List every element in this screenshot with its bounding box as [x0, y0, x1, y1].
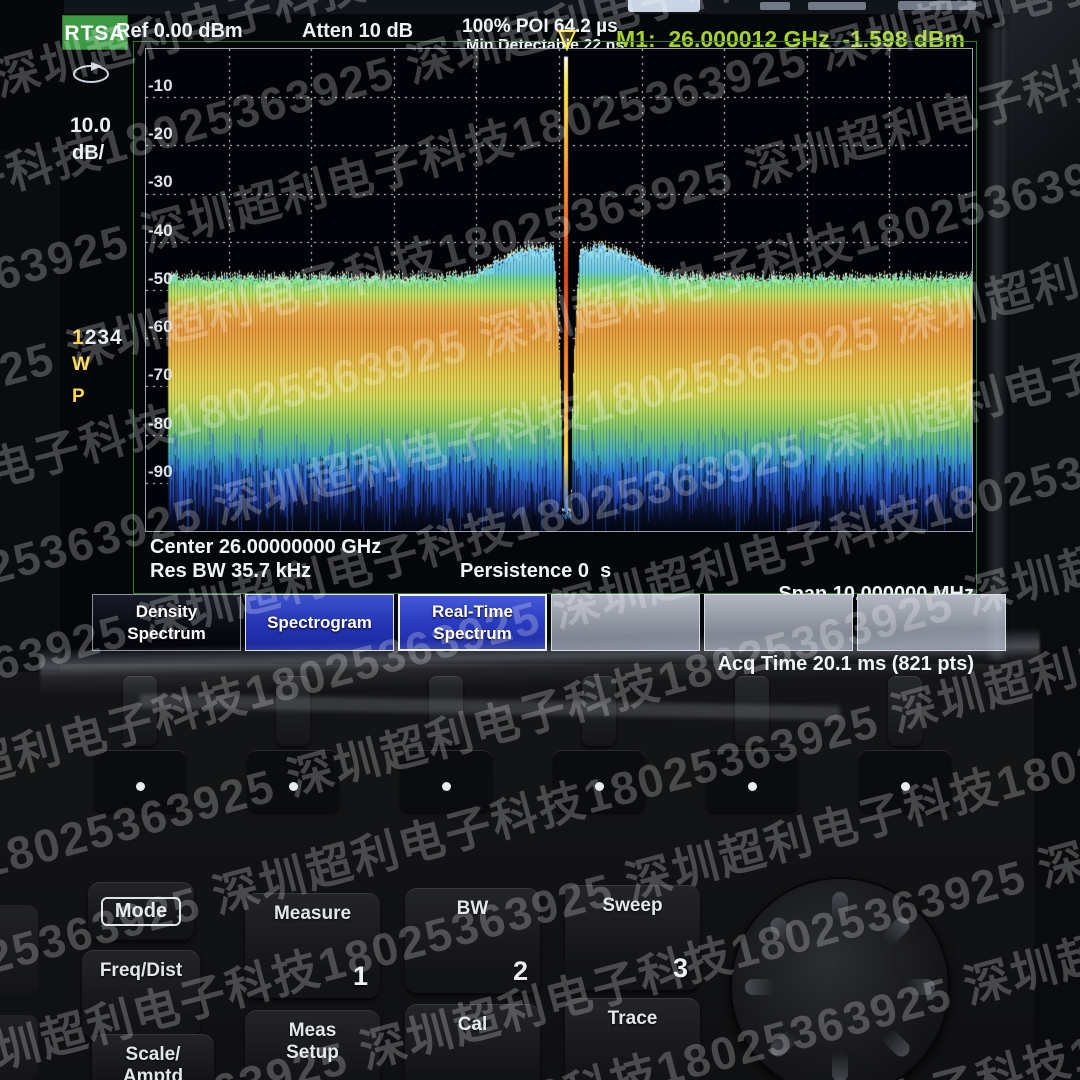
softkey-density-spectrum[interactable]: Density Spectrum — [92, 594, 241, 651]
hw-softkey-2[interactable] — [276, 676, 310, 746]
center-frequency: Center 26.00000000 GHz — [150, 536, 381, 559]
wrap-shadow-corner — [0, 0, 64, 150]
key-sweep-3[interactable]: Sweep 3 — [565, 885, 700, 990]
key-measure-1[interactable]: Measure 1 — [245, 893, 380, 998]
top-fragment — [808, 2, 866, 10]
nav-dot-key-3[interactable] — [400, 750, 492, 812]
key-dot — [748, 782, 757, 791]
marker-m1-icon[interactable] — [556, 28, 578, 52]
partial-key-left-2[interactable] — [0, 1015, 38, 1080]
key-scale-amptd[interactable]: Scale/ Amptd — [92, 1034, 214, 1080]
nav-dot-key-6[interactable] — [859, 750, 951, 812]
knob-ridge — [832, 892, 848, 922]
softkey-realtime-spectrum[interactable]: Real-Time Spectrum — [398, 594, 547, 651]
key-label: Cal — [405, 1014, 540, 1036]
key-label: BW — [405, 898, 540, 920]
softkey-blank-6[interactable] — [857, 594, 1006, 651]
partial-key-left-1[interactable] — [0, 905, 38, 995]
spectrum-analyzer-device: RTSA Ref 0.00 dBm Atten 10 dB 100% POI 6… — [0, 0, 1080, 1080]
key-digit: 3 — [673, 953, 688, 984]
key-mode[interactable]: Mode — [88, 882, 194, 940]
trace-1-indicator: 1 — [72, 326, 85, 349]
y-tick: -60 — [148, 317, 188, 337]
density-spectrum-plot[interactable] — [146, 49, 972, 531]
key-dot — [442, 782, 451, 791]
y-tick: -30 — [148, 172, 188, 192]
top-fragment — [760, 2, 790, 10]
ref-level: Ref 0.00 dBm — [116, 20, 243, 43]
knob-ridge — [905, 979, 935, 995]
hw-softkey-1[interactable] — [123, 676, 157, 746]
y-tick: -20 — [148, 124, 188, 144]
key-meas-setup[interactable]: Meas Setup — [245, 1010, 380, 1080]
res-bw: Res BW 35.7 kHz — [150, 560, 311, 583]
bezel-right — [1010, 0, 1080, 672]
key-label: Meas Setup — [245, 1020, 380, 1064]
key-digit: 1 — [353, 961, 368, 992]
top-cropped-tab — [628, 0, 700, 12]
nav-dot-key-5[interactable] — [706, 750, 798, 812]
y-tick: -40 — [148, 221, 188, 241]
key-dot — [901, 782, 910, 791]
lcd-screen: RTSA Ref 0.00 dBm Atten 10 dB 100% POI 6… — [60, 14, 1010, 664]
scale-per-div: 10.0 — [70, 114, 111, 138]
y-tick: -90 — [148, 462, 188, 482]
key-dot — [595, 782, 604, 791]
graticule-frame — [145, 48, 973, 532]
hw-softkey-4[interactable] — [582, 676, 616, 746]
knob-ridge — [832, 1052, 848, 1080]
key-digit: 2 — [513, 956, 528, 987]
key-dot — [136, 782, 145, 791]
key-label: Measure — [245, 903, 380, 925]
knob-ridge — [880, 914, 913, 947]
hw-softkey-3[interactable] — [429, 676, 463, 746]
softkey-blank-4[interactable] — [551, 594, 700, 651]
key-label: Freq/Dist — [82, 960, 200, 982]
knob-ridge — [745, 979, 775, 995]
y-tick: -80 — [148, 414, 188, 434]
key-trace[interactable]: Trace — [565, 998, 700, 1080]
y-tick: -10 — [148, 76, 188, 96]
acq-time: Acq Time 20.1 ms (821 pts) — [590, 652, 974, 676]
y-tick: -50 — [148, 269, 188, 289]
key-freq-dist[interactable]: Freq/Dist — [82, 950, 200, 1038]
rotary-knob[interactable] — [730, 877, 950, 1080]
knob-ridge — [880, 1027, 913, 1060]
softkey-blank-5[interactable] — [704, 594, 853, 651]
softkey-spectrogram[interactable]: Spectrogram — [245, 594, 394, 651]
trace-indicators: 1234 — [72, 326, 123, 350]
key-bw-2[interactable]: BW 2 — [405, 888, 540, 993]
key-label: Trace — [565, 1008, 700, 1030]
top-fragment — [898, 1, 976, 10]
scale-unit: dB/ — [72, 142, 104, 165]
trace-state-p: P — [72, 386, 85, 408]
device-edge — [1034, 600, 1080, 1080]
key-label: Scale/ Amptd — [92, 1044, 214, 1080]
key-dot — [289, 782, 298, 791]
poi-readout: 100% POI 64.2 µs — [462, 16, 618, 38]
nav-dot-key-1[interactable] — [94, 750, 186, 812]
hw-softkey-6[interactable] — [888, 676, 922, 746]
key-label: Sweep — [565, 895, 700, 917]
y-tick: -70 — [148, 365, 188, 385]
key-cal[interactable]: Cal — [405, 1004, 540, 1080]
key-mode-label: Mode — [101, 897, 181, 926]
nav-dot-key-4[interactable] — [553, 750, 645, 812]
continuous-sweep-icon — [68, 56, 114, 88]
trace-state-write: W — [72, 354, 90, 376]
hw-softkey-5[interactable] — [735, 676, 769, 746]
persistence: Persistence 0 s — [460, 560, 611, 583]
knob-ridge — [767, 914, 800, 947]
attenuation: Atten 10 dB — [302, 20, 413, 43]
nav-dot-key-2[interactable] — [247, 750, 339, 812]
trace-234-indicators: 234 — [85, 326, 123, 349]
knob-ridge — [767, 1027, 800, 1060]
